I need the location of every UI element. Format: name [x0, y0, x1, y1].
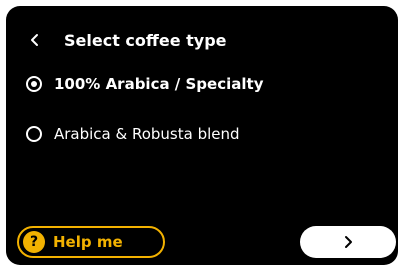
option-label: 100% Arabica / Specialty [54, 75, 264, 93]
help-label: Help me [53, 233, 123, 251]
option-label: Arabica & Robusta blend [54, 125, 240, 143]
radio-selected[interactable] [26, 76, 42, 92]
page-title: Select coffee type [64, 30, 227, 50]
question-mark-icon: ? [23, 231, 45, 253]
header: Select coffee type [30, 28, 227, 52]
next-button[interactable] [300, 226, 396, 258]
radio-unselected[interactable] [26, 126, 42, 142]
chevron-left-icon [31, 34, 38, 46]
back-button[interactable] [30, 28, 52, 52]
help-me-button[interactable]: ? Help me [17, 226, 165, 258]
option-arabica-specialty[interactable]: 100% Arabica / Specialty [26, 72, 263, 96]
option-arabica-robusta-blend[interactable]: Arabica & Robusta blend [26, 122, 240, 146]
screen: Select coffee type 100% Arabica / Specia… [6, 6, 398, 265]
chevron-right-icon [345, 236, 352, 248]
